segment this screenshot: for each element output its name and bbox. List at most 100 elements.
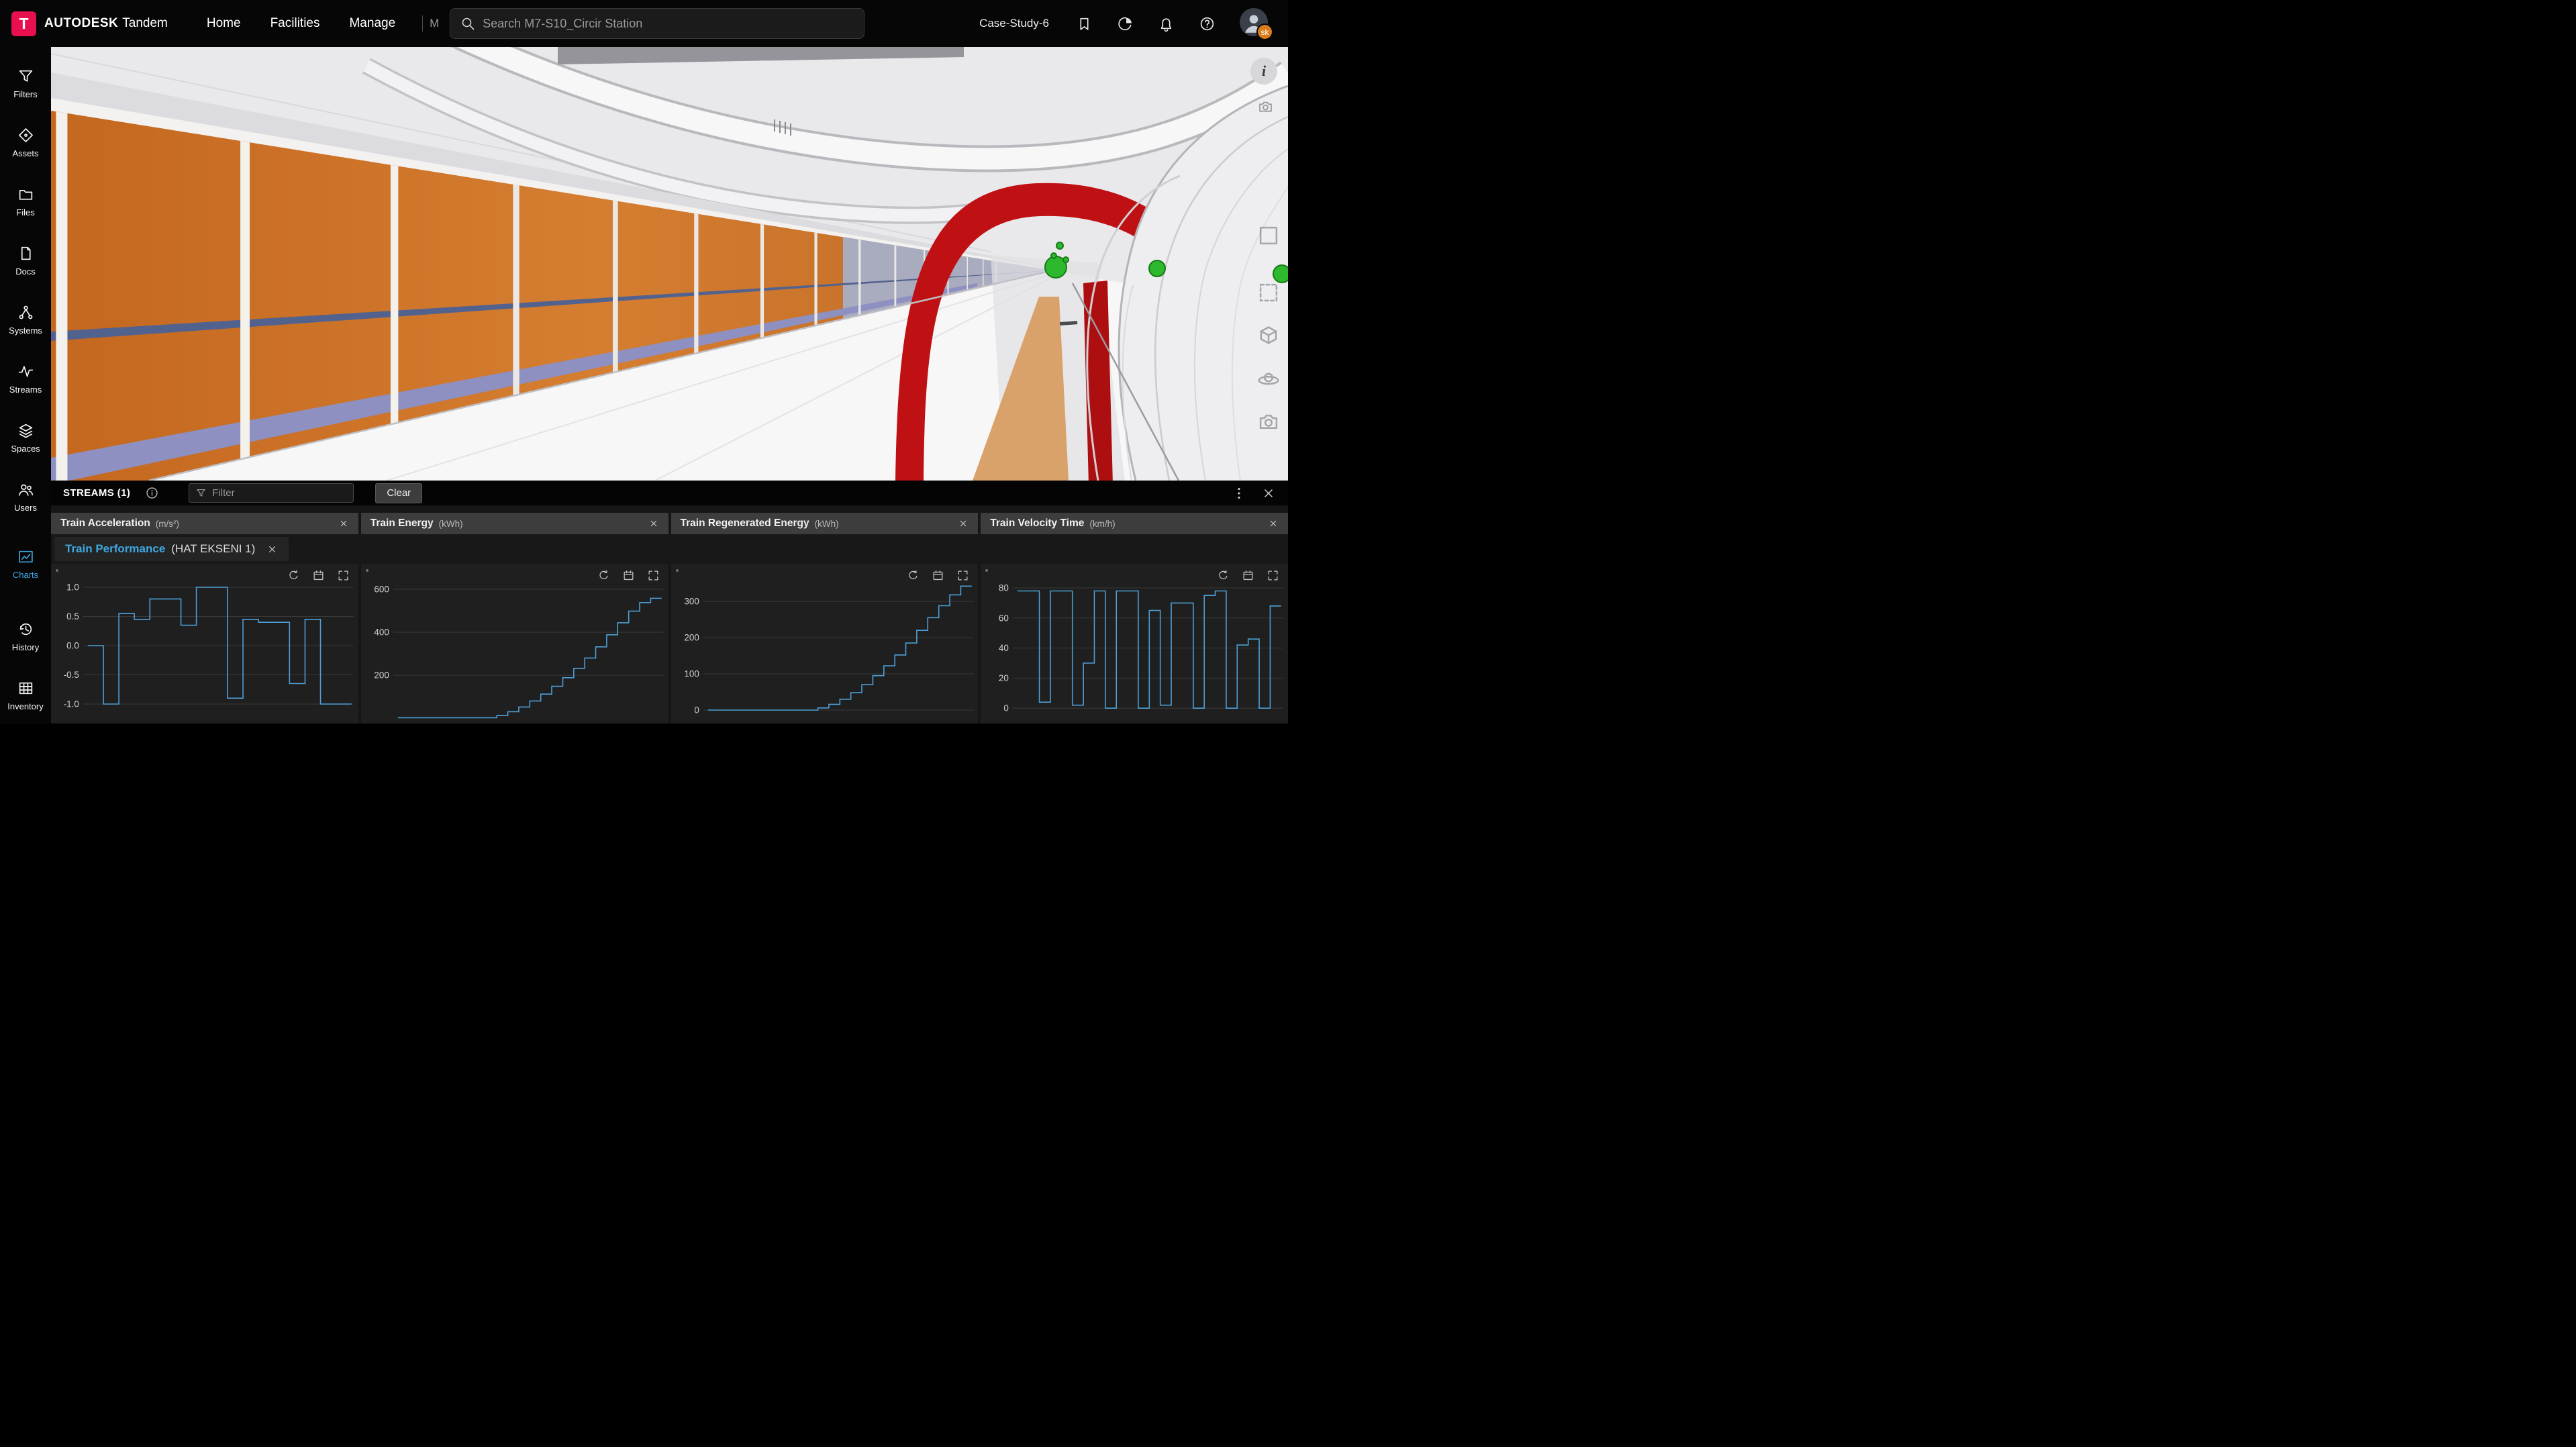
chart-tab-unit: (kWh) xyxy=(439,519,463,529)
tab-train-regenerated-energy[interactable]: Train Regenerated Energy (kWh) xyxy=(671,513,979,534)
refresh-icon[interactable] xyxy=(907,569,920,582)
docs-icon xyxy=(17,245,34,262)
tab-train-performance[interactable]: Train Performance (HAT EKSENI 1) xyxy=(54,537,289,561)
chart-panel-train-acceleration: 1.00.50.0-0.5-1.0 xyxy=(51,564,358,724)
marquee-select-icon[interactable] xyxy=(1256,280,1281,305)
tab-train-acceleration[interactable]: Train Acceleration (m/s²) xyxy=(51,513,358,534)
orbit-icon[interactable] xyxy=(1256,366,1281,392)
nav-home[interactable]: Home xyxy=(207,16,241,31)
chart-train-regenerated-energy[interactable]: 3002001000 xyxy=(671,564,979,724)
close-tab-icon[interactable] xyxy=(338,518,349,529)
performance-tab-title: Train Performance xyxy=(65,542,165,556)
calendar-icon[interactable] xyxy=(1242,569,1254,582)
kebab-menu-icon[interactable] xyxy=(1232,486,1246,501)
svg-text:0: 0 xyxy=(1004,703,1009,713)
svg-text:600: 600 xyxy=(374,584,389,594)
assets-icon xyxy=(17,127,34,144)
sidebar-item-systems[interactable]: Systems xyxy=(0,290,51,349)
view-camera-icon[interactable] xyxy=(1256,409,1281,435)
expand-icon[interactable] xyxy=(337,569,350,582)
grid xyxy=(393,589,664,675)
chart-tab-title: Train Acceleration xyxy=(60,517,150,530)
brand-name-bold: AUTODESK xyxy=(44,16,118,31)
chart-train-acceleration[interactable]: 1.00.50.0-0.5-1.0 xyxy=(51,564,358,724)
help-icon[interactable] xyxy=(1199,15,1216,32)
user-menu[interactable]: sk xyxy=(1240,8,1271,39)
app-root: T AUTODESK Tandem Home Facilities Manage M… xyxy=(0,0,1288,724)
info-icon[interactable] xyxy=(145,486,159,500)
sidebar-item-filters[interactable]: Filters xyxy=(0,54,51,113)
sidebar-item-spaces[interactable]: Spaces xyxy=(0,408,51,467)
chart-tabs-row: Train Acceleration (m/s²) Train Energy (… xyxy=(51,513,1288,534)
expand-icon[interactable] xyxy=(647,569,660,582)
grid xyxy=(1013,588,1283,708)
topbar-actions: Case-Study-6 sk xyxy=(979,8,1288,39)
sidebar-item-history[interactable]: History xyxy=(0,607,51,666)
files-icon xyxy=(17,186,34,203)
selection-box-icon[interactable] xyxy=(1256,223,1281,248)
search-input[interactable] xyxy=(483,17,854,31)
reports-pie-icon[interactable] xyxy=(1117,15,1134,32)
svg-text:200: 200 xyxy=(684,632,699,642)
stream-marker xyxy=(1063,257,1069,262)
breadcrumb: M xyxy=(422,15,440,32)
sidebar-item-docs[interactable]: Docs xyxy=(0,231,51,290)
calendar-icon[interactable] xyxy=(932,569,944,582)
refresh-icon[interactable] xyxy=(1217,569,1230,582)
isolate-cube-icon[interactable] xyxy=(1256,323,1281,349)
viewport-info-button[interactable]: i xyxy=(1250,58,1277,85)
close-tab-icon[interactable] xyxy=(648,518,659,529)
sidebar-item-users[interactable]: Users xyxy=(0,467,51,526)
filter-icon xyxy=(17,68,34,85)
camera-icon[interactable] xyxy=(1256,98,1275,116)
close-panel-icon[interactable] xyxy=(1261,486,1276,501)
stream-filter-input[interactable] xyxy=(212,487,347,499)
grid xyxy=(83,587,354,704)
stream-filter[interactable] xyxy=(189,483,354,503)
search-bar[interactable] xyxy=(450,8,864,39)
expand-icon[interactable] xyxy=(956,569,969,582)
refresh-icon[interactable] xyxy=(287,569,300,582)
calendar-icon[interactable] xyxy=(312,569,325,582)
chart-tab-title: Train Energy xyxy=(370,517,434,530)
nav-facilities[interactable]: Facilities xyxy=(270,16,320,31)
expand-icon[interactable] xyxy=(1267,569,1279,582)
chart-train-energy[interactable]: 600400200 xyxy=(361,564,668,724)
charts-icon xyxy=(17,548,34,565)
sidebar-item-inventory[interactable]: Inventory xyxy=(0,666,51,724)
y-axis-labels: 806040200 xyxy=(999,583,1009,713)
stream-marker xyxy=(1149,260,1165,277)
account-badge[interactable]: sk xyxy=(1256,23,1273,40)
sidebar-item-files[interactable]: Files xyxy=(0,172,51,231)
performance-tab-row: Train Performance (HAT EKSENI 1) xyxy=(51,534,1288,564)
calendar-icon[interactable] xyxy=(622,569,635,582)
notifications-bell-icon[interactable] xyxy=(1158,15,1175,32)
refresh-icon[interactable] xyxy=(597,569,610,582)
facility-name: Case-Study-6 xyxy=(979,17,1049,30)
chart-train-velocity-time[interactable]: 806040200 xyxy=(981,564,1288,724)
bookmark-icon[interactable] xyxy=(1076,15,1093,32)
series-line xyxy=(398,598,662,717)
tab-train-energy[interactable]: Train Energy (kWh) xyxy=(361,513,668,534)
clear-button[interactable]: Clear xyxy=(375,483,422,503)
close-tab-icon[interactable] xyxy=(958,518,969,529)
y-axis-labels: 1.00.50.0-0.5-1.0 xyxy=(64,582,79,709)
users-icon xyxy=(17,481,34,498)
tab-train-velocity-time[interactable]: Train Velocity Time (km/h) xyxy=(981,513,1288,534)
close-tab-icon[interactable] xyxy=(266,544,278,555)
svg-text:100: 100 xyxy=(684,668,699,679)
charts-row: 1.00.50.0-0.5-1.0 600400200 3002001000 8… xyxy=(51,564,1288,724)
nav-manage[interactable]: Manage xyxy=(349,16,395,31)
sidebar-item-charts[interactable]: Charts xyxy=(0,534,51,593)
viewport-3d[interactable]: i xyxy=(51,47,1288,481)
svg-text:60: 60 xyxy=(999,613,1009,623)
close-tab-icon[interactable] xyxy=(1268,518,1279,529)
station-3d-render[interactable] xyxy=(51,47,1288,481)
tandem-logo[interactable]: T AUTODESK Tandem xyxy=(11,11,168,36)
sidebar-item-streams[interactable]: Streams xyxy=(0,349,51,408)
spaces-icon xyxy=(17,422,34,439)
svg-text:20: 20 xyxy=(999,673,1009,683)
svg-text:0.5: 0.5 xyxy=(66,611,79,621)
svg-text:400: 400 xyxy=(374,627,389,637)
sidebar-item-assets[interactable]: Assets xyxy=(0,113,51,172)
